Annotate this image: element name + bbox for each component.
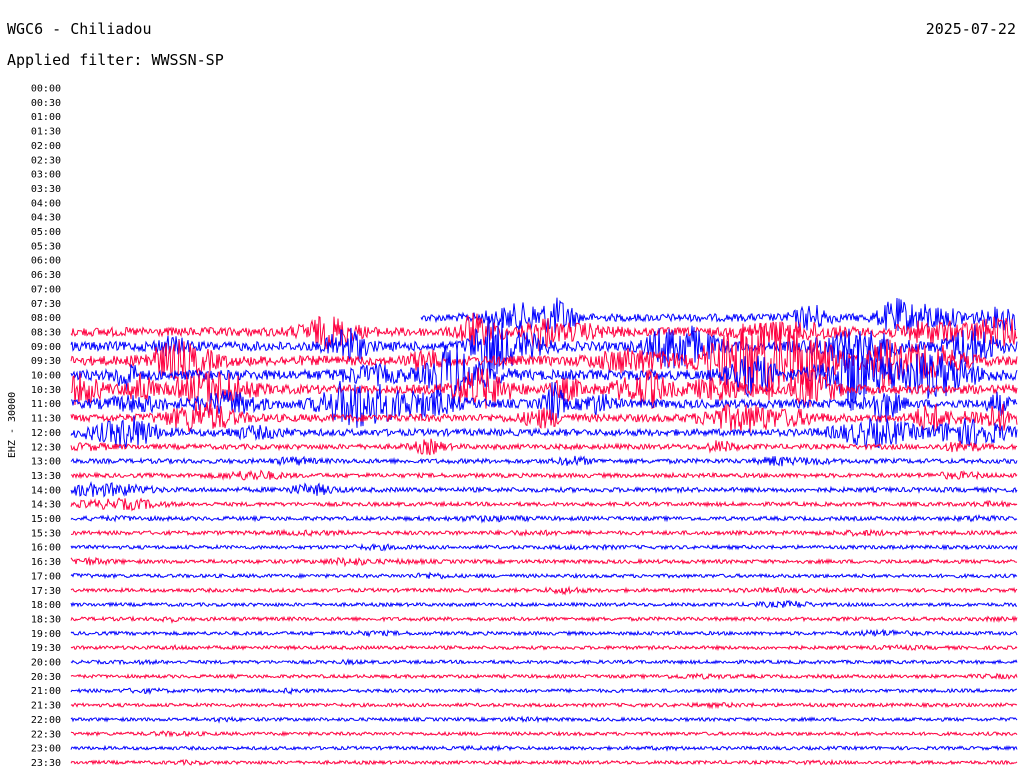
trace-2230: [70, 730, 1018, 738]
time-tick-label: 12:30: [31, 442, 61, 453]
time-tick-label: 08:00: [31, 313, 61, 324]
time-tick-label: 09:00: [31, 342, 61, 353]
trace-2100: [70, 687, 1018, 696]
time-tick-label: 11:00: [31, 399, 61, 410]
trace-1830: [70, 615, 1018, 624]
time-tick-label: 19:30: [31, 643, 61, 654]
time-tick-label: 02:30: [31, 155, 61, 166]
trace-2030: [70, 672, 1018, 681]
time-tick-label: 09:30: [31, 356, 61, 367]
trace-1730: [70, 585, 1018, 596]
time-tick-label: 19:00: [31, 629, 61, 640]
time-tick-label: 22:30: [31, 729, 61, 740]
time-tick-label: 20:00: [31, 658, 61, 669]
helicorder-plot: 00:00 00:30 01:00 01:30 02:00 02:30 03:00 03:30…: [7, 84, 1018, 769]
channel-label: EHZ - 30000: [7, 392, 18, 458]
trace-1400: [70, 480, 1018, 498]
time-tick-label: 15:30: [31, 528, 61, 539]
time-tick-label: 20:30: [31, 672, 61, 683]
trace-2000: [70, 658, 1018, 666]
trace-1700: [70, 571, 1018, 580]
trace-1330: [70, 469, 1018, 481]
time-tick-label: 02:00: [31, 141, 61, 152]
time-tick-label: 04:00: [31, 198, 61, 209]
time-tick-label: 04:30: [31, 213, 61, 224]
time-tick-label: 03:00: [31, 170, 61, 181]
time-tick-label: 07:30: [31, 299, 61, 310]
time-tick-label: 06:30: [31, 270, 61, 281]
trace-0930: [70, 321, 1018, 401]
time-tick-label: 18:30: [31, 614, 61, 625]
time-tick-label: 05:00: [31, 227, 61, 238]
time-tick-label: 21:30: [31, 701, 61, 712]
time-tick-label: 10:00: [31, 371, 61, 382]
time-tick-label: 16:00: [31, 543, 61, 554]
time-tick-label: 00:30: [31, 98, 61, 109]
time-tick-label: 23:00: [31, 744, 61, 755]
trace-1430: [70, 497, 1018, 512]
trace-1500: [70, 513, 1018, 524]
time-tick-label: 05:30: [31, 241, 61, 252]
time-tick-label: 12:00: [31, 428, 61, 439]
time-tick-labels: 00:00 00:30 01:00 01:30 02:00 02:30 03:00 03:30…: [31, 84, 61, 769]
trace-2200: [70, 715, 1018, 724]
trace-1900: [70, 628, 1018, 638]
time-tick-label: 18:00: [31, 600, 61, 611]
time-tick-label: 03:30: [31, 184, 61, 195]
trace-1300: [70, 455, 1018, 467]
time-tick-label: 17:00: [31, 571, 61, 582]
time-tick-label: 14:30: [31, 500, 61, 511]
time-tick-label: 21:00: [31, 686, 61, 697]
trace-group: [70, 297, 1018, 767]
trace-1630: [70, 556, 1018, 568]
time-tick-label: 23:30: [31, 758, 61, 769]
time-tick-label: 17:30: [31, 586, 61, 597]
time-tick-label: 16:30: [31, 557, 61, 568]
time-tick-label: 13:30: [31, 471, 61, 482]
time-tick-label: 15:00: [31, 514, 61, 525]
trace-2330: [70, 758, 1018, 767]
time-tick-label: 07:00: [31, 284, 61, 295]
trace-2300: [70, 744, 1018, 752]
trace-1800: [70, 599, 1017, 609]
trace-2130: [70, 701, 1018, 710]
time-tick-label: 08:30: [31, 327, 61, 338]
time-tick-label: 13:00: [31, 457, 61, 468]
time-tick-label: 01:00: [31, 112, 61, 123]
time-tick-label: 14:00: [31, 485, 61, 496]
trace-1930: [70, 643, 1018, 652]
time-tick-label: 00:00: [31, 84, 61, 95]
time-tick-label: 22:00: [31, 715, 61, 726]
trace-1530: [71, 528, 1018, 538]
time-tick-label: 10:30: [31, 385, 61, 396]
time-tick-label: 06:00: [31, 256, 61, 267]
time-tick-label: 11:30: [31, 414, 61, 425]
time-tick-label: 01:30: [31, 127, 61, 138]
trace-1130: [70, 401, 1018, 434]
trace-1600: [70, 543, 1018, 552]
